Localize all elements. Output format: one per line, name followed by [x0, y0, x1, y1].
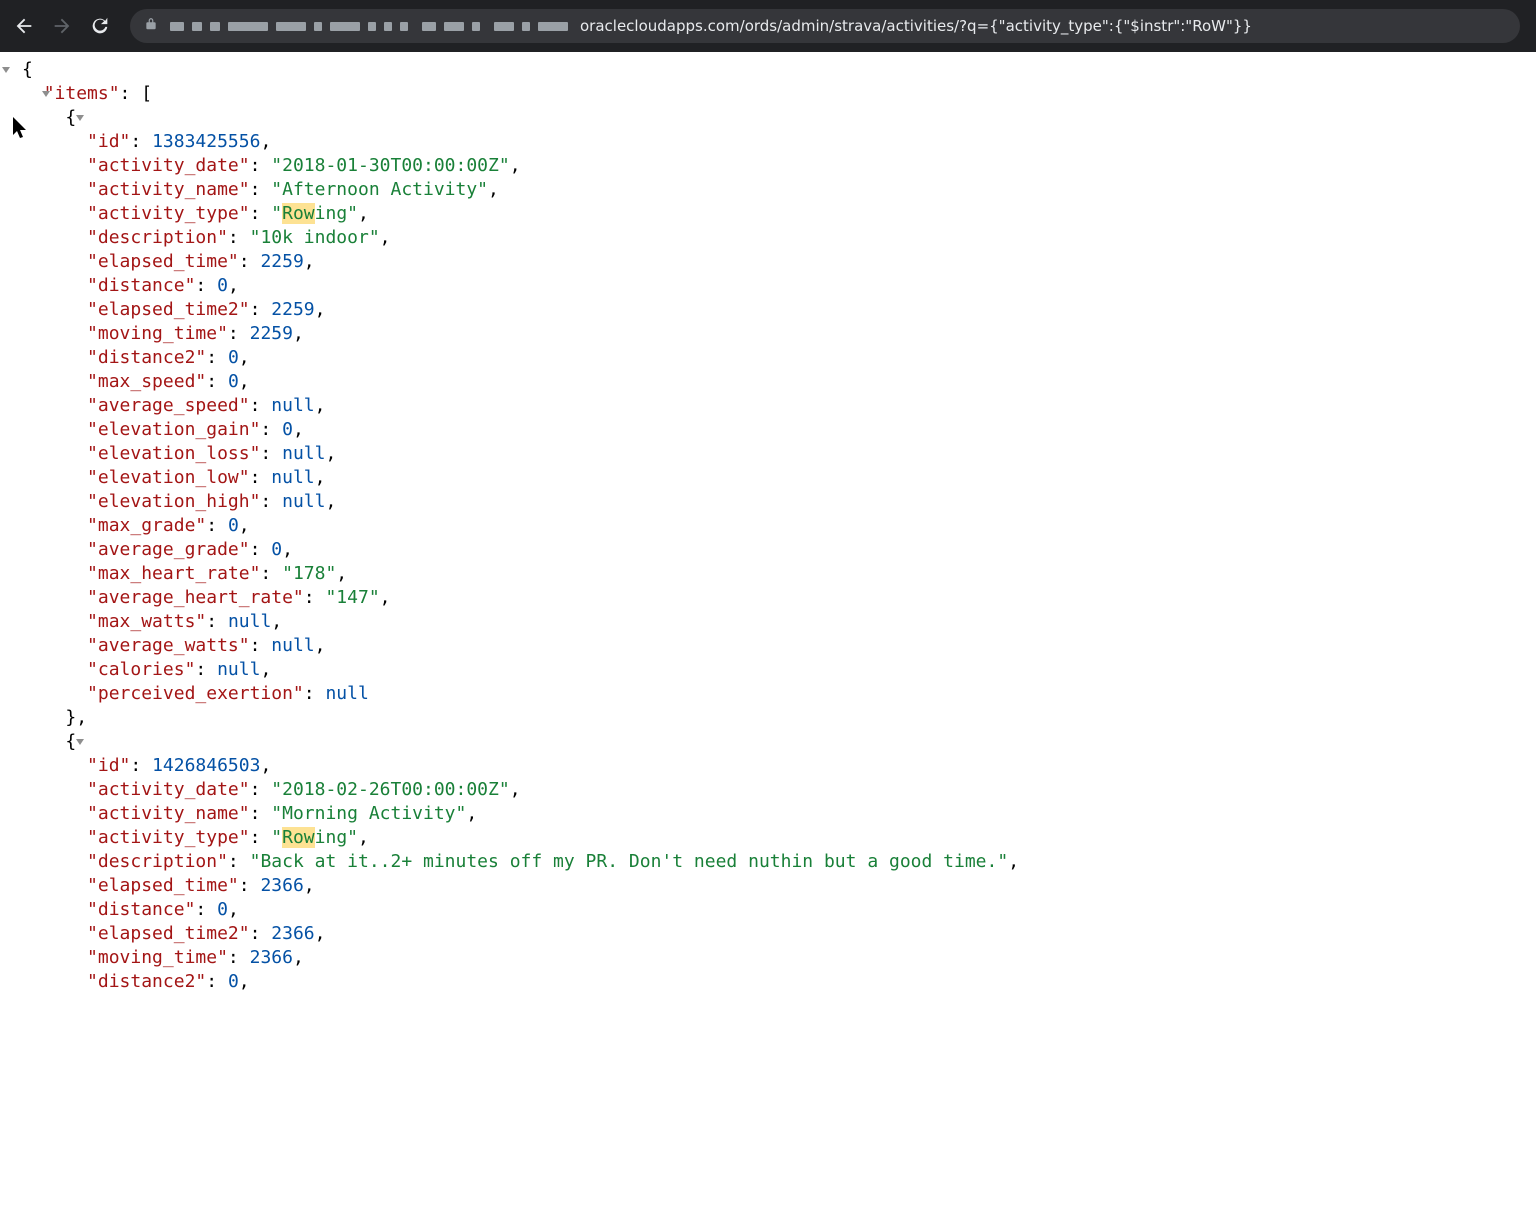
browser-toolbar: oraclecloudapps.com/ords/admin/strava/ac… — [0, 0, 1536, 52]
json-line: "activity_type": "Rowing", — [0, 826, 1536, 850]
json-line: "activity_name": "Afternoon Activity", — [0, 178, 1536, 202]
json-line: "elevation_high": null, — [0, 490, 1536, 514]
json-line: }, — [0, 706, 1536, 730]
tree-caret[interactable] — [74, 730, 86, 754]
json-line: "perceived_exertion": null — [0, 682, 1536, 706]
json-line: "max_grade": 0, — [0, 514, 1536, 538]
json-line: "distance": 0, — [0, 274, 1536, 298]
redacted-host-segment — [168, 22, 410, 31]
json-line: "average_heart_rate": "147", — [0, 586, 1536, 610]
json-line: "distance2": 0, — [0, 970, 1536, 994]
json-line: "description": "Back at it..2+ minutes o… — [0, 850, 1536, 874]
json-line: { — [0, 730, 1536, 754]
json-line: "elevation_low": null, — [0, 466, 1536, 490]
back-button[interactable] — [6, 8, 42, 44]
address-bar[interactable]: oraclecloudapps.com/ords/admin/strava/ac… — [130, 9, 1520, 43]
json-line: "elevation_gain": 0, — [0, 418, 1536, 442]
forward-button[interactable] — [44, 8, 80, 44]
json-line: "calories": null, — [0, 658, 1536, 682]
json-line: "moving_time": 2259, — [0, 322, 1536, 346]
json-line: "average_watts": null, — [0, 634, 1536, 658]
json-line: "distance2": 0, — [0, 346, 1536, 370]
json-viewer[interactable]: { "items": [ { "id": 1383425556, "activi… — [0, 52, 1536, 1034]
url-visible-suffix: oraclecloudapps.com/ords/admin/strava/ac… — [580, 17, 1252, 35]
json-line: "elapsed_time": 2259, — [0, 250, 1536, 274]
json-line: "activity_type": "Rowing", — [0, 202, 1536, 226]
json-line: "moving_time": 2366, — [0, 946, 1536, 970]
redacted-host-segment-2 — [420, 22, 482, 31]
lock-icon — [144, 17, 158, 35]
redacted-host-segment-3 — [492, 22, 570, 31]
json-line: "max_speed": 0, — [0, 370, 1536, 394]
json-line: "activity_name": "Morning Activity", — [0, 802, 1536, 826]
json-line: "elapsed_time": 2366, — [0, 874, 1536, 898]
reload-button[interactable] — [82, 8, 118, 44]
json-line: "average_grade": 0, — [0, 538, 1536, 562]
json-line: "id": 1426846503, — [0, 754, 1536, 778]
json-line: "description": "10k indoor", — [0, 226, 1536, 250]
tree-caret[interactable] — [40, 82, 52, 106]
json-line: "max_heart_rate": "178", — [0, 562, 1536, 586]
json-line: "activity_date": "2018-02-26T00:00:00Z", — [0, 778, 1536, 802]
json-line: "activity_date": "2018-01-30T00:00:00Z", — [0, 154, 1536, 178]
json-line: "distance": 0, — [0, 898, 1536, 922]
json-line: { — [0, 106, 1536, 130]
tree-caret[interactable] — [74, 106, 86, 130]
json-line: "elapsed_time2": 2366, — [0, 922, 1536, 946]
json-line: "elevation_loss": null, — [0, 442, 1536, 466]
json-line: "items": [ — [0, 82, 1536, 106]
json-line: "max_watts": null, — [0, 610, 1536, 634]
json-line: "average_speed": null, — [0, 394, 1536, 418]
json-line: "elapsed_time2": 2259, — [0, 298, 1536, 322]
json-line: "id": 1383425556, — [0, 130, 1536, 154]
json-line: { — [0, 58, 1536, 82]
tree-caret[interactable] — [0, 58, 12, 82]
